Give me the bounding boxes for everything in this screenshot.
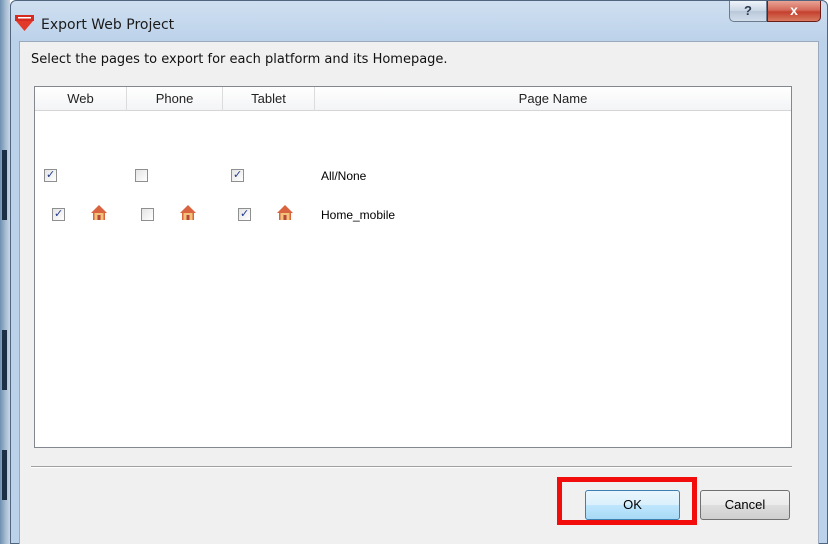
web-checkbox-all[interactable] bbox=[44, 168, 57, 182]
background-mark bbox=[2, 330, 7, 390]
table-header: Web Phone Tablet Page Name bbox=[35, 87, 791, 111]
window-title: Export Web Project bbox=[41, 17, 175, 33]
pages-table: Web Phone Tablet Page Name All/None H bbox=[34, 86, 792, 448]
close-button[interactable]: x bbox=[767, 1, 821, 22]
tablet-checkbox[interactable] bbox=[238, 207, 251, 221]
desktop-background-strip bbox=[0, 0, 10, 544]
column-header-web[interactable]: Web bbox=[35, 87, 127, 111]
web-checkbox[interactable] bbox=[52, 207, 65, 221]
app-logo-icon bbox=[15, 15, 34, 31]
page-name-cell: All/None bbox=[321, 169, 367, 183]
help-button[interactable]: ? bbox=[729, 1, 767, 22]
instruction-text: Select the pages to export for each plat… bbox=[31, 52, 448, 67]
tablet-checkbox-all[interactable] bbox=[231, 168, 244, 182]
title-bar[interactable]: Export Web Project ? x bbox=[11, 1, 827, 41]
background-mark bbox=[2, 150, 7, 220]
home-icon[interactable] bbox=[179, 204, 197, 222]
phone-checkbox-all[interactable] bbox=[135, 169, 148, 182]
column-header-tablet[interactable]: Tablet bbox=[223, 87, 315, 111]
home-icon[interactable] bbox=[90, 204, 108, 222]
column-header-phone[interactable]: Phone bbox=[127, 87, 223, 111]
column-header-page-name[interactable]: Page Name bbox=[315, 87, 791, 111]
page-name-cell: Home_mobile bbox=[321, 208, 396, 222]
phone-checkbox[interactable] bbox=[141, 208, 154, 221]
separator bbox=[31, 466, 792, 468]
background-mark bbox=[2, 450, 7, 500]
cancel-button[interactable]: Cancel bbox=[700, 490, 790, 520]
ok-button-highlight bbox=[557, 477, 697, 525]
home-icon[interactable] bbox=[276, 204, 294, 222]
